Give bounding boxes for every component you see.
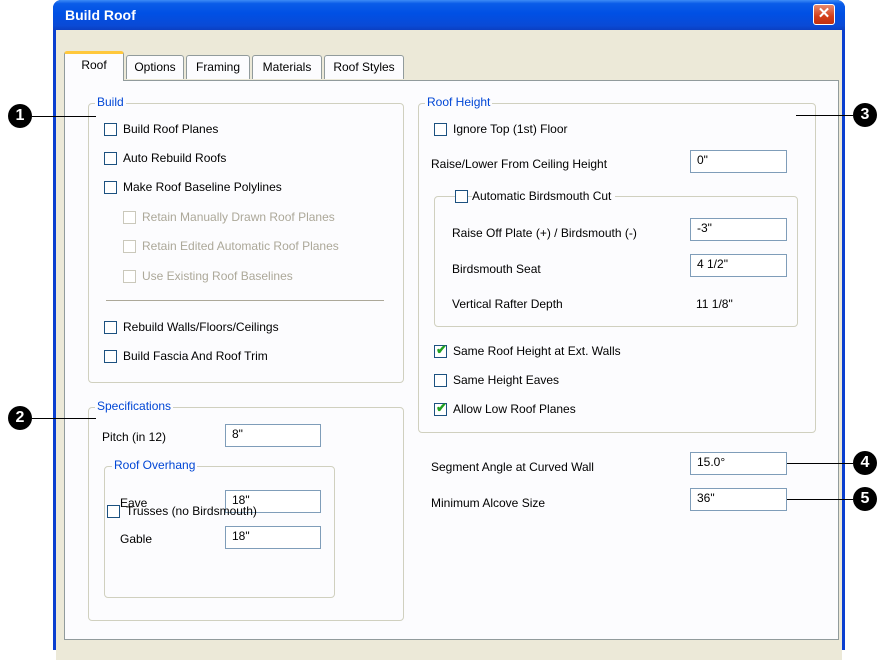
use-existing-baselines-label: Use Existing Roof Baselines xyxy=(142,269,293,283)
callout-2-line xyxy=(32,418,96,419)
build-roof-planes-label: Build Roof Planes xyxy=(123,122,219,136)
checkmark-icon: ✔ xyxy=(436,400,447,415)
checkmark-icon: ✔ xyxy=(436,342,447,357)
raise-lower-field[interactable]: 0" xyxy=(690,150,787,173)
callout-3-line xyxy=(796,115,853,116)
min-alcove-label: Minimum Alcove Size xyxy=(431,496,546,510)
retain-manually-drawn-label: Retain Manually Drawn Roof Planes xyxy=(142,210,335,224)
ignore-top-floor-label: Ignore Top (1st) Floor xyxy=(453,122,568,136)
allow-low-roof-checkbox[interactable]: ✔ xyxy=(434,400,447,416)
make-roof-baseline-polylines-label: Make Roof Baseline Polylines xyxy=(123,180,282,194)
vertical-rafter-label: Vertical Rafter Depth xyxy=(452,297,563,311)
gable-label: Gable xyxy=(120,532,153,546)
build-legend: Build xyxy=(95,95,126,109)
build-roof-planes-checkbox[interactable] xyxy=(104,123,117,136)
specifications-legend: Specifications xyxy=(95,399,174,413)
tab-options[interactable]: Options xyxy=(126,55,184,79)
retain-manually-drawn-checkbox[interactable] xyxy=(123,211,136,224)
tab-roof[interactable]: Roof xyxy=(64,51,124,81)
gable-field[interactable]: 18" xyxy=(225,526,321,549)
raise-off-plate-label: Raise Off Plate (+) / Birdsmouth (-) xyxy=(452,226,637,240)
same-roof-height-checkbox[interactable]: ✔ xyxy=(434,342,447,358)
build-fascia-checkbox[interactable] xyxy=(104,350,117,363)
birdsmouth-seat-label: Birdsmouth Seat xyxy=(452,262,541,276)
roof-height-legend: Roof Height xyxy=(425,95,493,109)
roof-overhang-legend: Roof Overhang xyxy=(112,458,198,472)
build-separator xyxy=(106,300,384,301)
use-existing-baselines-checkbox[interactable] xyxy=(123,270,136,283)
same-roof-height-label: Same Roof Height at Ext. Walls xyxy=(453,344,621,358)
build-fascia-label: Build Fascia And Roof Trim xyxy=(123,349,268,363)
segment-angle-field[interactable]: 15.0° xyxy=(690,452,787,475)
rebuild-walls-label: Rebuild Walls/Floors/Ceilings xyxy=(123,320,279,334)
callout-4: 4 xyxy=(853,451,877,475)
dialog-title: Build Roof xyxy=(65,7,136,23)
vertical-rafter-value: 11 1/8" xyxy=(696,297,733,311)
make-roof-baseline-polylines-checkbox[interactable] xyxy=(104,181,117,194)
callout-4-line xyxy=(787,463,853,464)
tab-materials[interactable]: Materials xyxy=(252,55,322,79)
raise-off-plate-field[interactable]: -3" xyxy=(690,218,787,241)
rebuild-walls-checkbox[interactable] xyxy=(104,321,117,334)
min-alcove-field[interactable]: 36" xyxy=(690,488,787,511)
retain-edited-automatic-checkbox[interactable] xyxy=(123,240,136,253)
close-icon[interactable]: ✕ xyxy=(813,4,835,25)
callout-1-line xyxy=(32,116,96,117)
auto-birdsmouth-checkbox[interactable] xyxy=(455,190,468,203)
tab-roof-styles[interactable]: Roof Styles xyxy=(324,55,404,79)
title-bar[interactable]: Build Roof ✕ xyxy=(53,0,845,30)
callout-5-line xyxy=(787,499,853,500)
auto-birdsmouth-label: Automatic Birdsmouth Cut xyxy=(472,189,616,203)
raise-lower-label: Raise/Lower From Ceiling Height xyxy=(431,157,608,171)
tab-framing[interactable]: Framing xyxy=(186,55,250,79)
same-height-eaves-label: Same Height Eaves xyxy=(453,373,560,387)
pitch-field[interactable]: 8" xyxy=(225,424,321,447)
segment-angle-label: Segment Angle at Curved Wall xyxy=(431,460,594,474)
auto-rebuild-roofs-checkbox[interactable] xyxy=(104,152,117,165)
trusses-checkbox[interactable] xyxy=(107,505,120,518)
callout-1: 1 xyxy=(8,104,32,128)
retain-edited-automatic-label: Retain Edited Automatic Roof Planes xyxy=(142,239,339,253)
same-height-eaves-checkbox[interactable] xyxy=(434,374,447,387)
callout-5: 5 xyxy=(853,487,877,511)
allow-low-roof-label: Allow Low Roof Planes xyxy=(453,402,576,416)
birdsmouth-seat-field[interactable]: 4 1/2" xyxy=(690,254,787,277)
auto-rebuild-roofs-label: Auto Rebuild Roofs xyxy=(123,151,227,165)
trusses-label: Trusses (no Birdsmouth) xyxy=(126,504,257,518)
callout-2: 2 xyxy=(8,406,32,430)
pitch-label: Pitch (in 12) xyxy=(102,430,167,444)
callout-3: 3 xyxy=(853,103,877,127)
ignore-top-floor-checkbox[interactable] xyxy=(434,123,447,136)
